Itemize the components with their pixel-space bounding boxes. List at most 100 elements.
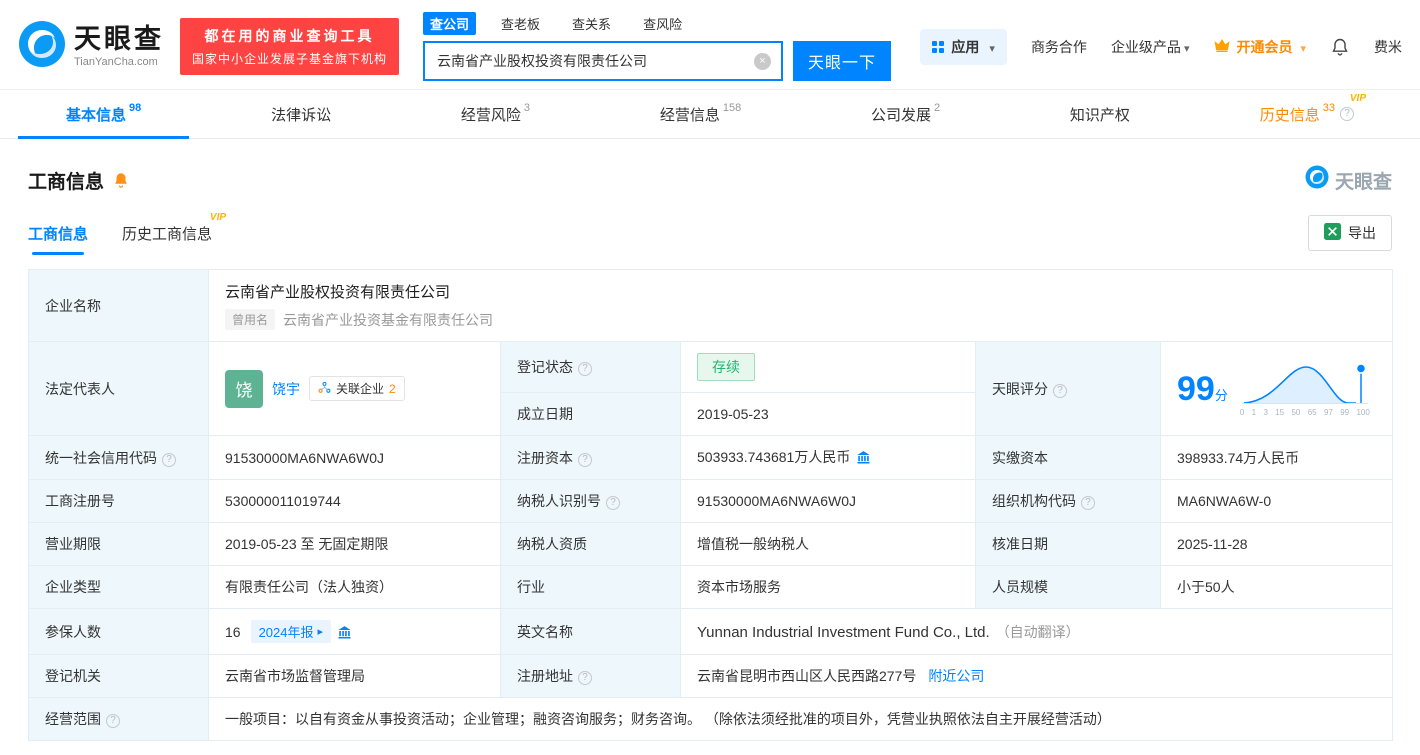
top-header: 天眼查 TianYanCha.com 都在用的商业查询工具 国家中小企业发展子基… [0,0,1420,89]
english-name-cell: Yunnan Industrial Investment Fund Co., L… [681,609,1393,655]
establish-date-value: 2019-05-23 [681,393,976,436]
paid-capital-value: 398933.74万人民币 [1161,436,1393,480]
nearby-companies-link[interactable]: 附近公司 [928,668,984,684]
search-area: 查公司 查老板 查关系 查风险 天眼一下 [423,12,891,81]
score-cell: 99分 0131550659799100 [1161,342,1393,436]
help-question-icon[interactable] [1340,107,1354,121]
taxpayer-quality-value: 增值税一般纳税人 [681,523,976,566]
table-row: 统一社会信用代码 91530000MA6NWA6W0J 注册资本 503933.… [29,436,1393,480]
taxpayer-id-label: 纳税人识别号 [501,480,681,523]
score-axis: 0131550659799100 [1240,408,1370,417]
monitor-bell-icon[interactable] [112,171,130,189]
user-menu[interactable]: 费米 [1374,37,1402,57]
help-question-icon[interactable] [578,453,592,467]
search-box [423,41,783,81]
logo-text: 天眼查 [74,26,164,53]
crown-icon [1213,37,1231,56]
tab-history-info[interactable]: VIP 历史信息33 [1252,90,1362,138]
table-row: 营业期限 2019-05-23 至 无固定期限 纳税人资质 增值税一般纳税人 核… [29,523,1393,566]
search-tabs: 查公司 查老板 查关系 查风险 [423,12,891,35]
tab-operating-risk[interactable]: 经营风险3 [453,90,538,138]
company-name-value: 云南省产业股权投资有限责任公司 [225,281,1376,302]
company-name-label: 企业名称 [29,270,209,342]
site-logo[interactable]: 天眼查 TianYanCha.com [18,20,164,73]
help-question-icon[interactable] [1053,384,1067,398]
export-button[interactable]: 导出 [1308,215,1392,251]
reg-address-label: 注册地址 [501,655,681,698]
related-companies-badge[interactable]: 关联企业 2 [309,376,405,401]
apps-label: 应用 [951,37,979,57]
subtab-business-info[interactable]: 工商信息 [28,223,88,255]
staff-size-label: 人员规模 [976,566,1161,609]
business-scope-value: 一般项目：以自有资金从事投资活动；企业管理；融资咨询服务；财务咨询。 （除依法须… [209,698,1393,741]
business-term-label: 营业期限 [29,523,209,566]
bank-icon[interactable] [337,627,352,643]
help-question-icon[interactable] [106,714,120,728]
tianyancha-logo-icon [1305,165,1329,195]
taxpayer-id-value: 91530000MA6NWA6W0J [681,480,976,523]
status-badge: 存续 [697,353,755,381]
company-name-cell: 云南省产业股权投资有限责任公司 曾用名 云南省产业投资基金有限责任公司 [209,270,1393,342]
search-tab-company[interactable]: 查公司 [423,12,476,35]
tab-company-development[interactable]: 公司发展2 [863,90,948,138]
table-row: 登记机关 云南省市场监督管理局 注册地址 云南省昆明市西山区人民西路277号附近… [29,655,1393,698]
search-tab-relation[interactable]: 查关系 [565,12,618,35]
org-code-label: 组织机构代码 [976,480,1161,523]
subtab-history-business-info[interactable]: VIP 历史工商信息 [122,223,212,255]
search-input[interactable] [435,52,754,70]
industry-value: 资本市场服务 [681,566,976,609]
open-membership-button[interactable]: 开通会员 [1213,37,1306,57]
subtab-row: 工商信息 VIP 历史工商信息 导出 [28,215,1392,255]
tab-intellectual-property[interactable]: 知识产权 [1062,90,1138,138]
nav-cooperation[interactable]: 商务合作 [1031,37,1087,57]
tianyancha-logo-icon [18,20,66,73]
legal-rep-cell: 饶 饶宇 关联企业 2 [209,342,501,436]
promo-banner-line2: 国家中小企业发展子基金旗下机构 [192,50,387,67]
annual-report-link[interactable]: 2024年报 [251,620,331,643]
nav-enterprise-products[interactable]: 企业级产品 [1111,37,1190,57]
help-question-icon[interactable] [606,496,620,510]
score-unit: 分 [1215,388,1228,403]
search-tab-risk[interactable]: 查风险 [636,12,689,35]
tab-count: 33 [1323,102,1335,114]
apps-menu[interactable]: 应用 [920,29,1007,65]
reg-status-cell: 存续 [681,342,976,393]
notifications-bell-icon[interactable] [1330,37,1350,57]
tab-count: 3 [524,102,530,114]
logo-domain: TianYanCha.com [74,56,164,68]
reg-status-label: 登记状态 [501,342,681,393]
help-question-icon[interactable] [1081,496,1095,510]
tab-legal-proceedings[interactable]: 法律诉讼 [263,90,339,138]
search-button[interactable]: 天眼一下 [793,41,891,81]
score-value: 99 [1177,370,1215,408]
credit-code-value: 91530000MA6NWA6W0J [209,436,501,480]
insured-count-label: 参保人数 [29,609,209,655]
company-section-tabs: 基本信息98 法律诉讼 经营风险3 经营信息158 公司发展2 知识产权 VIP… [0,89,1420,139]
help-question-icon[interactable] [162,453,176,467]
reg-authority-value: 云南省市场监督管理局 [209,655,501,698]
related-companies-label: 关联企业 [336,380,384,397]
legal-rep-name-link[interactable]: 饶宇 [272,379,300,399]
promo-banner: 都在用的商业查询工具 国家中小企业发展子基金旗下机构 [180,18,399,75]
search-tab-boss[interactable]: 查老板 [494,12,547,35]
bank-icon[interactable] [856,452,871,468]
reg-capital-cell: 503933.743681万人民币 [681,436,976,480]
tab-count: 98 [129,102,141,114]
table-row: 参保人数 162024年报 英文名称 Yunnan Industrial Inv… [29,609,1393,655]
staff-size-value: 小于50人 [1161,566,1393,609]
score-distribution-chart [1240,361,1370,407]
legal-rep-avatar[interactable]: 饶 [225,370,263,408]
clear-search-icon[interactable] [754,53,771,70]
tab-basic-info[interactable]: 基本信息98 [58,90,149,138]
section-head: 工商信息 天眼查 [28,165,1392,195]
former-name-value: 云南省产业投资基金有限责任公司 [283,310,493,330]
company-type-label: 企业类型 [29,566,209,609]
approval-date-value: 2025-11-28 [1161,523,1393,566]
tab-business-info[interactable]: 经营信息158 [652,90,749,138]
company-type-value: 有限责任公司（法人独资） [209,566,501,609]
help-question-icon[interactable] [578,362,592,376]
table-row: 工商注册号 530000011019744 纳税人识别号 91530000MA6… [29,480,1393,523]
help-question-icon[interactable] [578,671,592,685]
related-companies-count: 2 [389,382,396,396]
english-name-label: 英文名称 [501,609,681,655]
